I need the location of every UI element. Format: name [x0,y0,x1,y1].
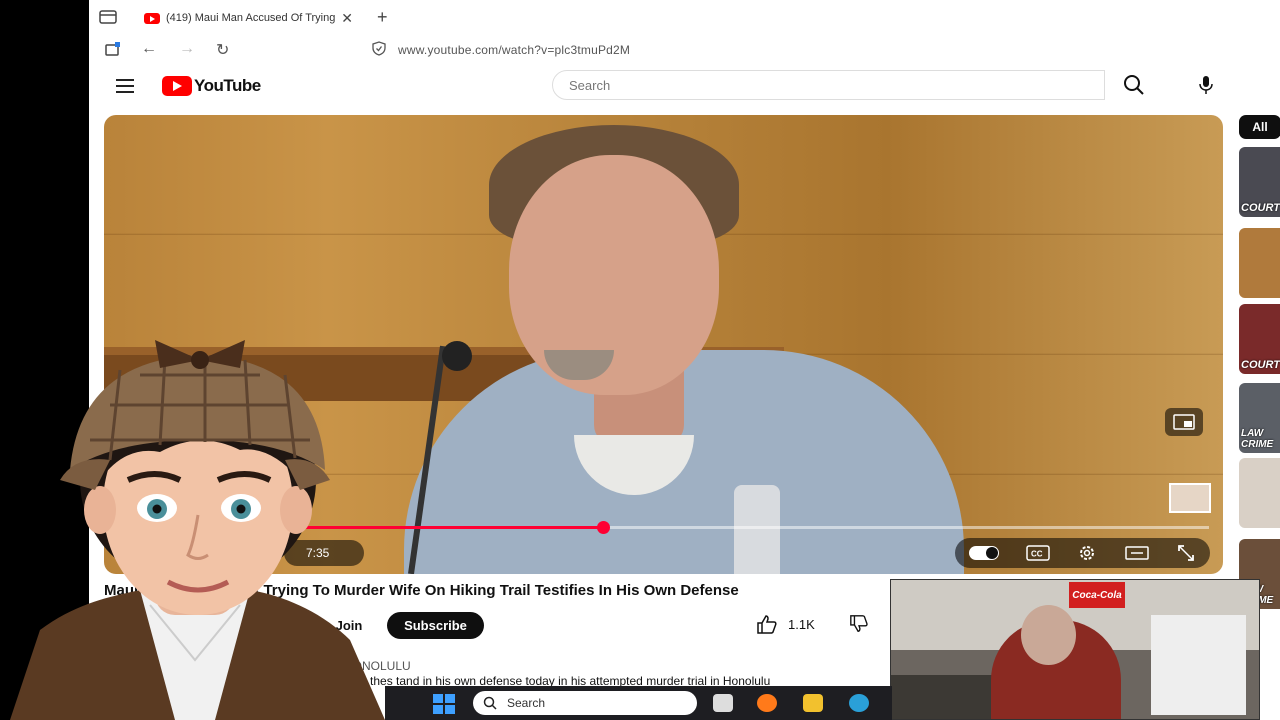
microphone-icon[interactable] [1198,75,1214,95]
courtroom-microphone [442,341,472,371]
thumbnail-label: LAW CRIME [1241,428,1274,450]
taskbar-search[interactable]: Search [473,691,697,715]
youtube-logo-text: YouTube [194,76,261,95]
thumbs-up-icon [757,615,777,634]
streamer-head [1021,605,1076,665]
refresh-icon[interactable]: ↻ [216,40,229,60]
search-icon[interactable] [1123,74,1145,96]
like-button[interactable]: 1.1K [756,614,815,634]
youtube-header: YouTube Search [89,64,1280,112]
firefox-icon[interactable] [757,694,777,712]
forward-arrow-icon[interactable]: → [179,40,195,58]
recommended-thumbnail-4[interactable]: LAW CRIME [1239,383,1280,453]
windows-taskbar: Search [385,686,892,720]
coca-cola-sign: Coca-Cola [1069,582,1125,608]
edge-icon[interactable] [849,694,869,712]
url-field[interactable]: www.youtube.com/watch?v=plc3tmuPd2M [398,43,630,57]
taskbar-search-label: Search [507,696,546,710]
thumbs-down-icon[interactable] [849,614,869,634]
man-face [509,155,719,395]
youtube-play-logo-icon [162,76,192,96]
subscribe-button[interactable]: Subscribe [387,612,484,639]
theater-mode-icon[interactable] [1125,545,1149,561]
tab-actions-icon[interactable] [99,9,117,25]
progress-scrubber[interactable] [597,521,610,534]
search-input[interactable]: Search [552,70,1105,100]
fullscreen-icon[interactable] [1176,543,1196,563]
settings-gear-icon[interactable] [1077,543,1097,563]
webcam-overlay: Coca-Cola [890,579,1260,720]
recommended-thumbnail-5[interactable] [1239,458,1280,528]
player-controls: CC [955,538,1210,568]
recommended-thumbnail-3[interactable]: COURT [1239,304,1280,374]
thumbnail-label: COURT [1241,359,1280,371]
recommended-thumbnail-2[interactable] [1239,228,1280,298]
file-explorer-icon[interactable] [803,694,823,712]
taskbar-search-icon [483,696,497,710]
chip-all[interactable]: All [1239,115,1280,139]
tab-youtube[interactable]: (419) Maui Man Accused Of Trying To Murd… [136,4,361,32]
tab-bar: (419) Maui Man Accused Of Trying To Murd… [89,0,1280,34]
channel-watermark[interactable] [1169,483,1211,513]
captions-icon[interactable]: CC [1026,545,1050,561]
menu-icon[interactable] [116,79,134,93]
youtube-favicon-icon [144,12,160,24]
recommended-thumbnail-1[interactable]: COURT [1239,147,1280,217]
address-bar: ← → ↻ www.youtube.com/watch?v=plc3tmuPd2… [89,34,1280,64]
windows-start-icon[interactable] [433,694,455,714]
autoplay-toggle[interactable] [968,546,999,560]
like-count: 1.1K [788,616,815,632]
new-tab-icon[interactable]: + [377,7,388,28]
site-info-shield-icon[interactable] [372,41,386,56]
svg-text:CC: CC [1031,550,1043,559]
task-view-icon[interactable] [713,694,733,712]
miniplayer-icon[interactable] [1165,408,1203,436]
youtube-logo[interactable]: YouTube [162,76,261,96]
thumbnail-label: COURT [1241,202,1280,214]
tab-close-icon[interactable]: ✕ [341,10,353,27]
webcam-door [1151,615,1246,715]
workspaces-icon[interactable] [104,41,122,57]
water-bottle [734,485,780,574]
tab-title: (419) Maui Man Accused Of Trying To Murd… [166,12,336,24]
back-arrow-icon[interactable]: ← [141,40,157,58]
detective-avatar-overlay [10,340,385,720]
screen: (419) Maui Man Accused Of Trying To Murd… [0,0,1280,720]
